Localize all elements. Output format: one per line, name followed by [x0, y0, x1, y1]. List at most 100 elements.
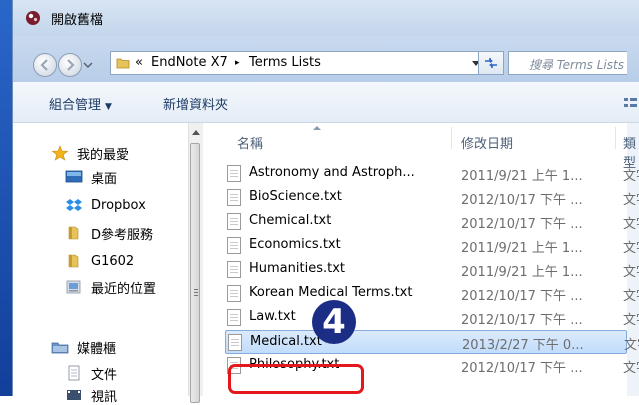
file-date: 2012/10/17 下午 ...	[461, 313, 583, 328]
nav-favorites-label: 我的最愛	[77, 147, 130, 163]
video-icon	[67, 390, 81, 400]
background-window-edge	[0, 0, 12, 396]
file-row[interactable]: Chemical.txt 2012/10/17 下午 ... 文字	[225, 210, 639, 234]
file-name: Economics.txt	[249, 237, 341, 252]
nav-item-g1602-label: G1602	[91, 253, 135, 269]
document-icon	[68, 365, 80, 381]
nav-item-documents-label: 文件	[91, 367, 118, 383]
recent-places-icon	[66, 280, 81, 294]
breadcrumb-terms-lists[interactable]: Terms Lists	[249, 55, 321, 70]
file-name: Korean Medical Terms.txt	[249, 285, 413, 300]
nav-libraries-label: 媒體櫃	[77, 341, 117, 357]
breadcrumb-separator-icon[interactable]: ▸	[235, 58, 240, 68]
navigation-scrollbar[interactable]	[188, 123, 203, 403]
navigation-pane: 我的最愛 桌面 Dropbox D參考服務 G1602 最近的位置 媒體櫃 文件…	[13, 123, 203, 405]
file-row[interactable]: Humanities.txt 2011/9/21 上午 1... 文字	[225, 258, 639, 282]
file-row-selected[interactable]: Medical.txt 2013/2/27 下午 0... 文字	[225, 330, 639, 354]
forward-arrow-icon	[67, 59, 75, 71]
view-options-icon[interactable]	[623, 96, 637, 110]
text-file-icon	[227, 165, 241, 182]
column-separator[interactable]	[451, 127, 452, 149]
sort-ascending-icon	[313, 126, 321, 130]
nav-item-dropbox-label: Dropbox	[91, 197, 146, 213]
file-type: 文字	[623, 217, 639, 232]
file-row[interactable]: Korean Medical Terms.txt 2012/10/17 下午 .…	[225, 282, 639, 306]
column-separator[interactable]	[615, 127, 616, 149]
back-arrow-icon	[40, 59, 48, 71]
file-name: Astronomy and Astroph...	[249, 165, 415, 180]
dropbox-icon	[66, 199, 82, 211]
scrollbar-grip	[194, 289, 198, 290]
file-date: 2012/10/17 下午 ...	[461, 289, 583, 304]
command-bar: 組合管理 ▼ 新增資料夾	[13, 82, 639, 123]
nav-item-g1602[interactable]: G1602	[65, 251, 134, 271]
text-file-icon	[227, 261, 241, 278]
file-type: 文字	[623, 169, 639, 184]
file-row[interactable]: Economics.txt 2011/9/21 上午 1... 文字	[225, 234, 639, 258]
file-row[interactable]: Astronomy and Astroph... 2011/9/21 上午 1.…	[225, 162, 639, 186]
nav-item-dropbox[interactable]: Dropbox	[65, 195, 146, 215]
step-number-badge: 4	[312, 300, 356, 344]
breadcrumb-endnote[interactable]: EndNote X7	[151, 55, 228, 70]
file-type: 文字	[623, 265, 639, 280]
file-date: 2011/9/21 上午 1...	[461, 265, 583, 280]
file-type: 文字	[623, 361, 639, 376]
file-date: 2013/2/27 下午 0...	[462, 338, 584, 353]
new-folder-button[interactable]: 新增資料夾	[163, 94, 228, 113]
folder-icon	[68, 226, 79, 240]
file-date: 2012/10/17 下午 ...	[461, 361, 583, 376]
nav-item-videos[interactable]: 視訊	[65, 385, 117, 405]
back-button[interactable]	[33, 53, 57, 77]
file-date: 2012/10/17 下午 ...	[461, 193, 583, 208]
nav-item-recent-places[interactable]: 最近的位置	[65, 277, 156, 297]
nav-libraries[interactable]: 媒體櫃	[51, 337, 116, 357]
file-name: Chemical.txt	[249, 213, 332, 228]
nav-item-d-reference[interactable]: D參考服務	[65, 223, 153, 243]
organize-menu[interactable]: 組合管理 ▼	[49, 94, 112, 113]
breadcrumb-overflow[interactable]: «	[135, 55, 143, 70]
nav-favorites[interactable]: 我的最愛	[51, 143, 129, 163]
scroll-up-arrow-icon[interactable]	[192, 130, 200, 135]
scrollbar-thumb[interactable]	[190, 143, 200, 403]
column-header-name[interactable]: 名稱	[237, 133, 263, 152]
folder-icon	[116, 58, 130, 69]
star-icon	[51, 145, 69, 161]
file-type: 文字	[623, 193, 639, 208]
text-file-icon	[227, 213, 241, 230]
address-bar[interactable]: « EndNote X7 ▸ Terms Lists	[110, 51, 487, 75]
column-header-modified[interactable]: 修改日期	[461, 133, 513, 152]
title-bar: 開啟舊檔	[13, 0, 639, 36]
recent-pages-dropdown-icon[interactable]	[83, 60, 93, 70]
desktop-icon	[65, 170, 83, 183]
file-name: Law.txt	[249, 309, 296, 324]
nav-item-videos-label: 視訊	[91, 389, 118, 405]
organize-caret-icon: ▼	[105, 102, 112, 112]
text-file-icon	[228, 334, 242, 351]
nav-item-d-reference-label: D參考服務	[91, 227, 154, 243]
file-list-pane: 名稱 修改日期 類型 Astronomy and Astroph... 2011…	[203, 123, 639, 396]
text-file-icon	[227, 189, 241, 206]
file-name: Medical.txt	[250, 334, 322, 349]
file-date: 2012/10/17 下午 ...	[461, 217, 583, 232]
forward-button[interactable]	[58, 53, 82, 77]
file-row[interactable]: Law.txt 2012/10/17 下午 ... 文字	[225, 306, 639, 330]
file-type: 文字	[624, 338, 639, 353]
file-date: 2011/9/21 上午 1...	[461, 241, 583, 256]
text-file-icon	[227, 237, 241, 254]
file-type: 文字	[623, 313, 639, 328]
nav-item-desktop[interactable]: 桌面	[65, 167, 117, 187]
nav-item-recent-places-label: 最近的位置	[91, 281, 157, 297]
text-file-icon	[227, 309, 241, 326]
search-input[interactable]: 搜尋 Terms Lists	[508, 51, 627, 75]
file-type: 文字	[623, 289, 639, 304]
refresh-button[interactable]	[478, 51, 504, 75]
file-name: Humanities.txt	[249, 261, 345, 276]
library-icon	[51, 342, 69, 354]
file-type: 文字	[623, 241, 639, 256]
organize-label: 組合管理	[49, 98, 102, 113]
nav-item-documents[interactable]: 文件	[65, 363, 117, 383]
nav-item-desktop-label: 桌面	[91, 171, 118, 187]
text-file-icon	[227, 285, 241, 302]
file-row[interactable]: BioScience.txt 2012/10/17 下午 ... 文字	[225, 186, 639, 210]
folder-icon	[68, 254, 79, 268]
